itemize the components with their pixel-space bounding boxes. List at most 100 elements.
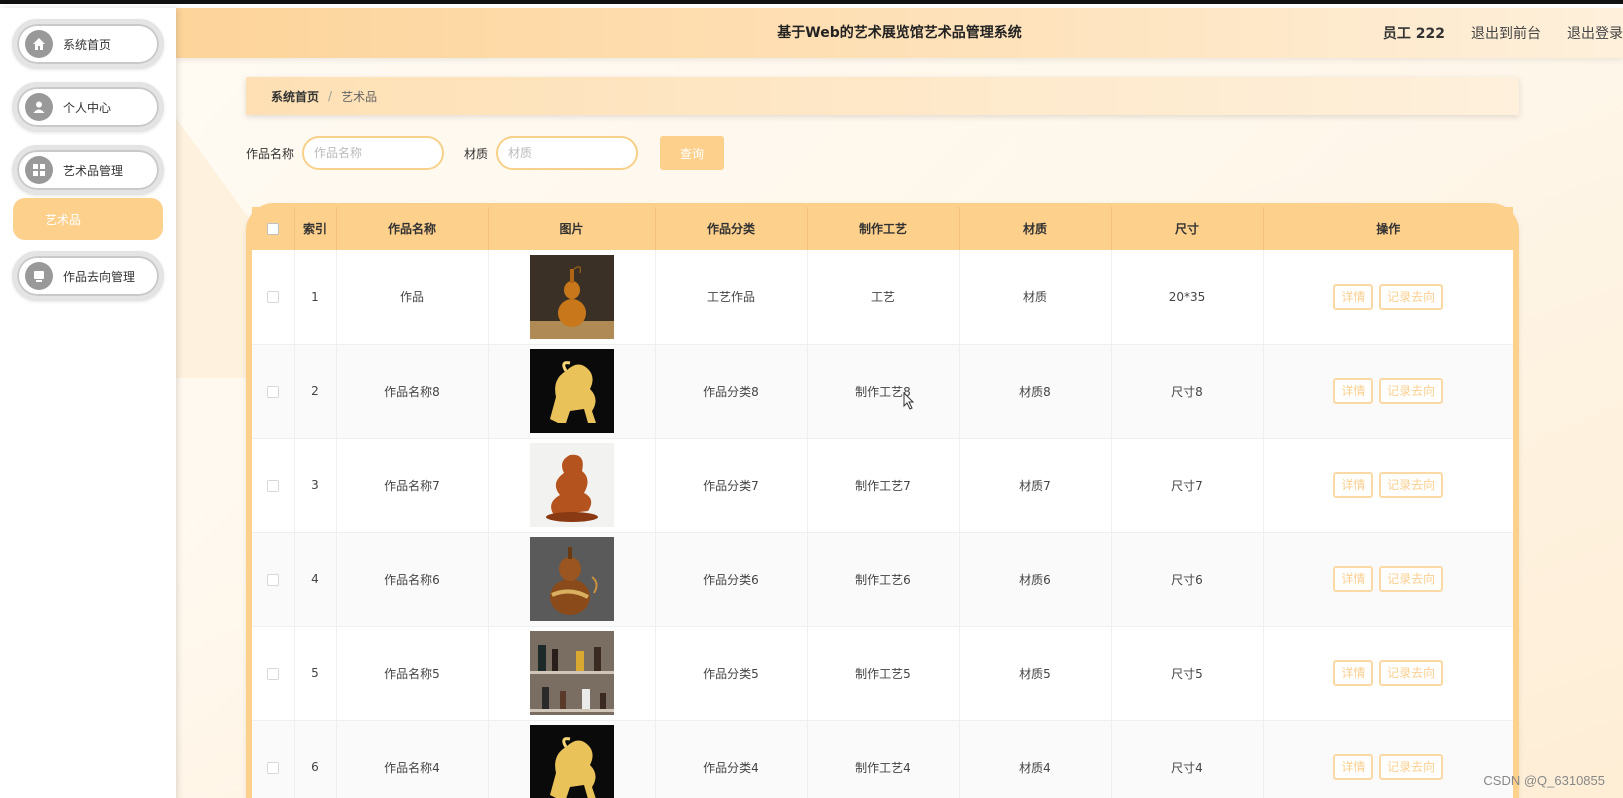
detail-button[interactable]: 详情 [1333,283,1374,310]
home-icon [25,30,53,58]
breadcrumb-separator: / [328,89,333,103]
sidebar-item-label: 作品去向管理 [63,269,136,284]
row-material: 材质8 [959,344,1112,439]
artwork-thumbnail[interactable] [529,537,614,621]
column-header-index: 索引 [294,207,337,250]
row-craft: 制作工艺5 [807,626,960,721]
row-category: 工艺作品 [655,250,808,345]
main-content: 系统首页 / 艺术品 作品名称 材质 查询 索引 作品名称 图片 作品分类 制作… [176,58,1623,798]
record-destination-button[interactable]: 记录去向 [1379,660,1444,686]
sidebar: 系统首页 个人中心 艺术品管理 艺术品 作品去向管理 [0,8,176,798]
row-size: 尺寸6 [1111,532,1264,627]
detail-button[interactable]: 详情 [1333,754,1374,780]
row-name: 作品名称5 [336,626,489,721]
user-icon [25,93,53,121]
row-material: 材质7 [959,438,1112,533]
user-name: 员工 222 [1382,26,1445,42]
row-name: 作品名称7 [336,438,489,533]
back-to-front-link[interactable]: 退出到前台 [1471,23,1541,43]
row-name: 作品名称6 [336,532,489,627]
row-checkbox[interactable] [266,573,279,586]
record-destination-button[interactable]: 记录去向 [1379,754,1444,780]
record-destination-button[interactable]: 记录去向 [1379,283,1444,310]
artwork-thumbnail[interactable] [529,631,614,715]
row-index: 3 [294,438,337,533]
row-craft: 制作工艺7 [807,438,960,533]
row-checkbox[interactable] [266,761,279,774]
row-index: 5 [294,626,337,721]
logout-link[interactable]: 退出登录 [1567,23,1623,43]
search-bar: 作品名称 材质 查询 [246,136,725,170]
sidebar-item-artwork-destination[interactable]: 作品去向管理 [12,251,164,301]
sidebar-item-label: 艺术品管理 [63,163,124,178]
record-destination-button[interactable]: 记录去向 [1379,472,1444,498]
row-category: 作品分类6 [655,532,808,627]
breadcrumb-current: 艺术品 [341,89,378,104]
detail-button[interactable]: 详情 [1333,566,1374,592]
row-size: 尺寸8 [1111,344,1264,439]
sidebar-subitem-artwork[interactable]: 艺术品 [13,198,163,240]
row-size: 尺寸7 [1111,438,1264,533]
row-size: 20*35 [1111,250,1264,345]
column-header-image: 图片 [488,207,656,250]
row-craft: 工艺 [807,250,960,345]
table-row: 3 作品名称7 作品分类7 制作工艺7 材质7 尺寸7 详情 记录去向 [252,438,1513,533]
sidebar-item-personal-center[interactable]: 个人中心 [12,82,164,132]
name-label: 作品名称 [246,146,295,161]
artwork-thumbnail[interactable] [529,349,614,433]
row-checkbox[interactable] [266,479,279,492]
record-destination-button[interactable]: 记录去向 [1379,378,1444,404]
detail-button[interactable]: 详情 [1333,472,1374,498]
detail-button[interactable]: 详情 [1333,660,1374,686]
row-material: 材质5 [959,626,1112,721]
card-icon [25,262,53,290]
breadcrumb: 系统首页 / 艺术品 [246,77,1519,115]
row-size: 尺寸4 [1111,720,1264,798]
breadcrumb-home[interactable]: 系统首页 [271,88,319,105]
table-row: 4 作品名称6 作品分类6 制作工艺6 材质6 尺寸6 详情 记录去向 [252,532,1513,627]
row-name: 作品名称4 [336,720,489,798]
artwork-table: 索引 作品名称 图片 作品分类 制作工艺 材质 尺寸 操作 1 作品 工艺作品 … [252,207,1513,798]
grid-icon [25,156,53,184]
artwork-table-container: 索引 作品名称 图片 作品分类 制作工艺 材质 尺寸 操作 1 作品 工艺作品 … [246,203,1519,798]
table-row: 5 作品名称5 作品分类5 制作工艺5 材质5 尺寸5 详情 记录去向 [252,626,1513,721]
column-header-craft: 制作工艺 [807,207,960,250]
name-search-input[interactable] [302,136,445,170]
watermark: CSDN @Q_6310855 [1483,773,1605,788]
column-header-name: 作品名称 [336,207,489,250]
row-checkbox[interactable] [266,667,279,680]
record-destination-button[interactable]: 记录去向 [1379,566,1444,592]
material-label: 材质 [464,146,489,161]
sidebar-item-label: 系统首页 [63,37,112,52]
row-name: 作品名称8 [336,344,489,439]
row-checkbox[interactable] [266,385,279,398]
sidebar-item-home[interactable]: 系统首页 [12,19,164,69]
row-category: 作品分类7 [655,438,808,533]
row-category: 作品分类4 [655,720,808,798]
material-search-input[interactable] [496,136,639,170]
row-index: 1 [294,250,337,345]
table-row: 6 作品名称4 作品分类4 制作工艺4 材质4 尺寸4 详情 记录去向 [252,720,1513,798]
row-size: 尺寸5 [1111,626,1264,721]
row-checkbox[interactable] [266,291,279,304]
column-header-material: 材质 [959,207,1112,250]
sidebar-item-artwork-management[interactable]: 艺术品管理 [12,145,164,195]
row-index: 2 [294,344,337,439]
artwork-thumbnail[interactable] [529,443,614,527]
header-actions: 员工 222 退出到前台 退出登录 [1357,8,1623,58]
artwork-thumbnail[interactable] [529,254,614,339]
row-craft: 制作工艺8 [807,344,960,439]
artwork-thumbnail[interactable] [529,725,614,798]
table-row: 1 作品 工艺作品 工艺 材质 20*35 详情 记录去向 [252,250,1513,345]
row-material: 材质 [959,250,1112,345]
query-button[interactable]: 查询 [660,136,725,170]
select-all-cell [252,207,295,250]
row-material: 材质6 [959,532,1112,627]
detail-button[interactable]: 详情 [1333,378,1374,404]
row-craft: 制作工艺4 [807,720,960,798]
select-all-checkbox[interactable] [266,223,279,235]
row-craft: 制作工艺6 [807,532,960,627]
row-name: 作品 [336,250,489,345]
sidebar-subitem-label: 艺术品 [45,212,82,227]
table-row: 2 作品名称8 作品分类8 制作工艺8 材质8 尺寸8 详情 记录去向 [252,344,1513,439]
